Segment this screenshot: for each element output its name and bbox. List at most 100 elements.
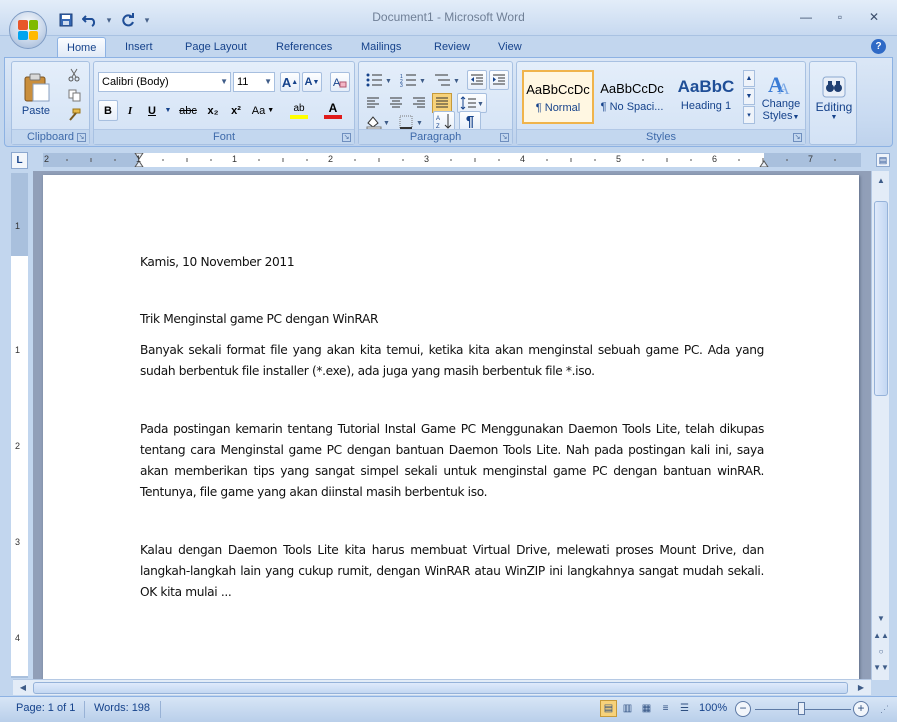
numbering-icon[interactable]: 1 2 3 ▼	[397, 70, 429, 90]
font-family-value: Calibri (Body)	[102, 76, 169, 88]
zoom-slider-thumb[interactable]	[798, 702, 805, 715]
change-styles-button[interactable]: AA Change Styles▼	[757, 65, 805, 129]
tab-page-layout[interactable]: Page Layout	[176, 37, 256, 58]
italic-button[interactable]: I	[120, 100, 140, 121]
strikethrough-button[interactable]: abc	[176, 100, 200, 121]
tab-selector-icon[interactable]: L	[11, 152, 28, 169]
underline-button[interactable]: U	[142, 100, 162, 121]
bullets-icon[interactable]: ▼	[363, 70, 395, 90]
print-layout-view-icon[interactable]: ▤	[600, 700, 617, 717]
web-layout-icon[interactable]: ▦	[638, 700, 655, 717]
document-area: Kamis, 10 November 2011 Trik Menginstal …	[33, 171, 871, 680]
change-case-button[interactable]: Aa ▼	[250, 100, 276, 121]
horizontal-ruler[interactable]: 2 1 1 2 3 4 5 6 7	[43, 153, 861, 167]
paste-button[interactable]: Paste	[18, 66, 54, 124]
resize-grip-icon[interactable]: ⋰	[880, 704, 889, 715]
paragraph-launcher-icon[interactable]: ↘	[500, 133, 509, 142]
help-icon[interactable]: ?	[871, 39, 886, 54]
change-styles-label-2-text: Styles	[762, 110, 793, 122]
styles-scroll-down-icon[interactable]: ▼	[743, 88, 755, 105]
scroll-right-icon[interactable]: ▶	[853, 680, 869, 696]
cut-icon[interactable]	[64, 66, 84, 84]
borders-icon[interactable]: ▼	[397, 115, 427, 129]
clear-formatting-icon[interactable]: A	[330, 72, 350, 92]
line-spacing-icon[interactable]: ▼	[457, 93, 487, 113]
office-button[interactable]	[9, 11, 47, 49]
ruler-number: 3	[424, 154, 430, 164]
document-body[interactable]: Kamis, 10 November 2011 Trik Menginstal …	[140, 252, 764, 613]
increase-indent-icon[interactable]	[489, 70, 509, 90]
zoom-level[interactable]: 100%	[699, 702, 727, 714]
clipboard-launcher-icon[interactable]: ↘	[77, 133, 86, 142]
decrease-indent-icon[interactable]	[467, 70, 487, 90]
style-no-spacing[interactable]: AaBbCcDc ¶ No Spaci...	[596, 70, 668, 124]
show-marks-icon[interactable]: ¶	[459, 111, 481, 131]
align-center-icon[interactable]	[386, 93, 406, 113]
font-size-combo[interactable]: 11 ▼	[233, 72, 275, 92]
zoom-in-icon[interactable]: +	[853, 701, 869, 717]
draft-view-icon[interactable]: ☰	[676, 700, 693, 717]
format-painter-icon[interactable]	[64, 106, 84, 124]
ruler-number: 1	[15, 221, 21, 231]
font-group: Calibri (Body) ▼ 11 ▼ A ▲ A ▼ A B I U ▼ ab…	[93, 61, 355, 145]
binoculars-icon	[822, 76, 846, 97]
shading-icon[interactable]: ▼	[363, 115, 393, 129]
vertical-scroll-thumb[interactable]	[874, 201, 888, 396]
underline-dropdown-icon[interactable]: ▼	[163, 100, 173, 121]
style-heading-1[interactable]: AaBbC Heading 1	[670, 70, 742, 124]
sort-icon[interactable]: AZ	[433, 111, 455, 131]
superscript-button[interactable]: x²	[226, 100, 246, 121]
tab-home[interactable]: Home	[57, 37, 107, 58]
next-page-icon[interactable]: ▼▼	[873, 660, 889, 676]
align-right-icon[interactable]	[409, 93, 429, 113]
editing-button[interactable]: Editing ▼	[812, 66, 856, 128]
font-launcher-icon[interactable]: ↘	[342, 133, 351, 142]
style-normal[interactable]: AaBbCcDc ¶ Normal	[522, 70, 594, 124]
page-count[interactable]: Page: 1 of 1	[16, 702, 75, 714]
zoom-out-icon[interactable]: −	[735, 701, 751, 717]
grow-font-button[interactable]: A ▲	[280, 72, 300, 92]
scroll-up-icon[interactable]: ▲	[873, 173, 889, 189]
horizontal-scroll-thumb[interactable]	[33, 682, 848, 694]
restore-button[interactable]: ▫	[823, 6, 857, 28]
scroll-down-icon[interactable]: ▼	[873, 611, 889, 627]
scroll-left-icon[interactable]: ◀	[15, 680, 31, 696]
justify-icon[interactable]	[432, 93, 452, 113]
vertical-ruler[interactable]: 1 1 2 3 4	[11, 173, 28, 678]
document-page[interactable]: Kamis, 10 November 2011 Trik Menginstal …	[43, 175, 859, 680]
styles-launcher-icon[interactable]: ↘	[793, 133, 802, 142]
close-button[interactable]: ✕	[857, 6, 891, 28]
outline-view-icon[interactable]: ≡	[657, 700, 674, 717]
tab-references[interactable]: References	[267, 37, 341, 58]
editing-dropdown-icon: ▼	[830, 113, 838, 121]
select-browse-object-icon[interactable]: ○	[873, 644, 889, 660]
font-family-combo[interactable]: Calibri (Body) ▼	[98, 72, 231, 92]
svg-text:▼: ▼	[453, 78, 460, 85]
change-styles-icon: AA	[768, 72, 790, 98]
copy-icon[interactable]	[64, 86, 84, 104]
word-count[interactable]: Words: 198	[94, 702, 150, 714]
status-divider	[160, 701, 161, 718]
vertical-scrollbar[interactable]: ▲ ▼ ▲▲ ○ ▼▼	[871, 171, 889, 680]
multilevel-list-icon[interactable]: ▼	[431, 70, 463, 90]
tab-view[interactable]: View	[489, 37, 531, 58]
subscript-button[interactable]: x₂	[203, 100, 223, 121]
bold-button[interactable]: B	[98, 100, 118, 121]
horizontal-scrollbar[interactable]: ◀ ▶	[13, 679, 871, 695]
font-color-button[interactable]: A	[318, 100, 348, 121]
styles-scroll-up-icon[interactable]: ▲	[743, 70, 755, 87]
minimize-button[interactable]: —	[789, 6, 823, 28]
tab-review[interactable]: Review	[425, 37, 479, 58]
view-ruler-icon[interactable]: ▤	[876, 153, 890, 167]
highlight-button[interactable]: ab	[284, 100, 314, 121]
align-left-icon[interactable]	[363, 93, 383, 113]
tab-insert[interactable]: Insert	[116, 37, 162, 58]
ruler-number: 4	[15, 633, 21, 643]
date-line: Kamis, 10 November 2011	[140, 255, 295, 269]
shrink-font-button[interactable]: A ▼	[302, 72, 322, 92]
styles-more-icon[interactable]: ▾	[743, 106, 755, 124]
previous-page-icon[interactable]: ▲▲	[873, 628, 889, 644]
full-screen-reading-icon[interactable]: ▥	[619, 700, 636, 717]
grow-font-icon: A	[281, 74, 292, 90]
tab-mailings[interactable]: Mailings	[352, 37, 410, 58]
